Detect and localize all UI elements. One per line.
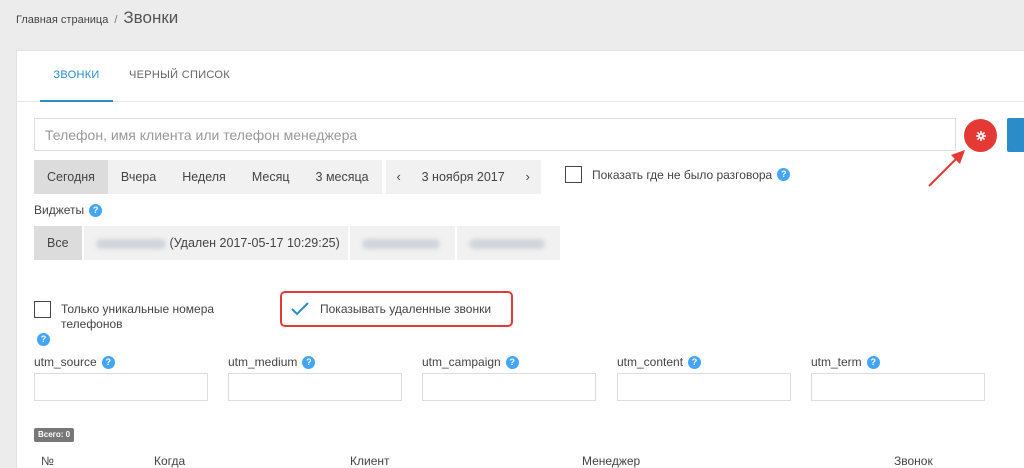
tab-calls[interactable]: ЗВОНКИ <box>40 51 113 102</box>
period-month[interactable]: Месяц <box>238 160 303 194</box>
period-week[interactable]: Неделя <box>169 160 239 194</box>
redacted-email <box>361 238 440 249</box>
search-button[interactable] <box>1007 118 1024 152</box>
widgets-label: Виджеты <box>34 203 85 217</box>
breadcrumb-home-link[interactable]: Главная страница <box>16 14 108 26</box>
utm-medium-group: utm_medium? <box>228 355 402 401</box>
widget-filter: Все (Удален 2017-05-17 10:29:25) <box>34 226 562 260</box>
total-count-badge: Всего: 0 <box>34 428 75 442</box>
utm-medium-input[interactable] <box>228 373 402 401</box>
widgets-heading: Виджеты ? <box>34 203 103 217</box>
utm-source-input[interactable] <box>34 373 208 401</box>
help-icon[interactable]: ? <box>37 333 50 346</box>
utm-content-input[interactable] <box>617 373 791 401</box>
utm-medium-label: utm_medium <box>228 355 298 369</box>
column-header-number: № <box>41 454 54 468</box>
checkmark-icon[interactable] <box>290 301 310 317</box>
utm-term-group: utm_term? <box>811 355 985 401</box>
unique-numbers-label: Только уникальные номера телефонов <box>61 302 215 331</box>
no-talk-filter: Показать где не было разговора ? <box>565 166 791 183</box>
breadcrumb-separator: / <box>114 14 118 26</box>
utm-term-input[interactable] <box>811 373 985 401</box>
search-input[interactable] <box>34 118 956 151</box>
column-header-manager: Менеджер <box>582 454 641 468</box>
help-icon[interactable]: ? <box>302 355 316 369</box>
help-icon[interactable]: ? <box>688 355 702 369</box>
help-icon[interactable]: ? <box>777 168 791 181</box>
help-icon[interactable]: ? <box>89 203 103 217</box>
annotation-arrow-icon <box>928 150 965 187</box>
utm-term-label: utm_term <box>811 355 862 369</box>
widget-item[interactable]: (Удален 2017-05-17 10:29:25) <box>83 226 348 260</box>
tab-blacklist[interactable]: ЧЕРНЫЙ СПИСОК <box>129 51 230 102</box>
period-selector: Сегодня Вчера Неделя Месяц 3 месяца ‹ 3 … <box>34 160 541 194</box>
period-yesterday[interactable]: Вчера <box>107 160 170 194</box>
date-next-button[interactable]: › <box>515 160 541 194</box>
widget-deleted-note: (Удален 2017-05-17 10:29:25) <box>169 236 340 250</box>
breadcrumb: Главная страница / Звонки <box>16 8 178 28</box>
column-header-when: Когда <box>154 454 186 468</box>
show-deleted-label: Показывать удаленные звонки <box>320 302 492 316</box>
date-navigator: ‹ 3 ноября 2017 › <box>385 160 541 194</box>
tabs-bar: ЗВОНКИ ЧЕРНЫЙ СПИСОК <box>17 51 1024 102</box>
redacted-email <box>95 238 166 249</box>
utm-campaign-input[interactable] <box>422 373 596 401</box>
utm-source-group: utm_source? <box>34 355 208 401</box>
page-title: Звонки <box>123 8 179 27</box>
utm-campaign-group: utm_campaign? <box>422 355 596 401</box>
calls-panel: ЗВОНКИ ЧЕРНЫЙ СПИСОК Сегодня Вчера Недел… <box>16 50 1024 468</box>
help-icon[interactable]: ? <box>101 355 115 369</box>
date-label[interactable]: 3 ноября 2017 <box>412 160 515 194</box>
period-3-months[interactable]: 3 месяца <box>302 160 382 194</box>
date-prev-button[interactable]: ‹ <box>386 160 412 194</box>
no-talk-checkbox[interactable] <box>565 166 582 183</box>
gear-icon <box>975 130 986 141</box>
utm-source-label: utm_source <box>34 355 97 369</box>
help-icon[interactable]: ? <box>866 355 880 369</box>
unique-numbers-checkbox[interactable] <box>34 301 51 318</box>
unique-numbers-filter: Только уникальные номера телефонов <box>34 301 231 332</box>
column-header-client: Клиент <box>350 454 390 468</box>
widget-all[interactable]: Все <box>34 226 82 260</box>
widget-item[interactable] <box>349 226 455 260</box>
no-talk-label: Показать где не было разговора <box>592 167 773 182</box>
utm-content-label: utm_content <box>617 355 684 369</box>
utm-content-group: utm_content? <box>617 355 791 401</box>
utm-campaign-label: utm_campaign <box>422 355 501 369</box>
widget-item[interactable] <box>456 226 560 260</box>
column-header-call: Звонок <box>894 454 933 468</box>
redacted-email <box>468 238 545 249</box>
period-today[interactable]: Сегодня <box>34 160 108 194</box>
help-icon[interactable]: ? <box>505 355 519 369</box>
show-deleted-filter: Показывать удаленные звонки <box>280 291 513 327</box>
